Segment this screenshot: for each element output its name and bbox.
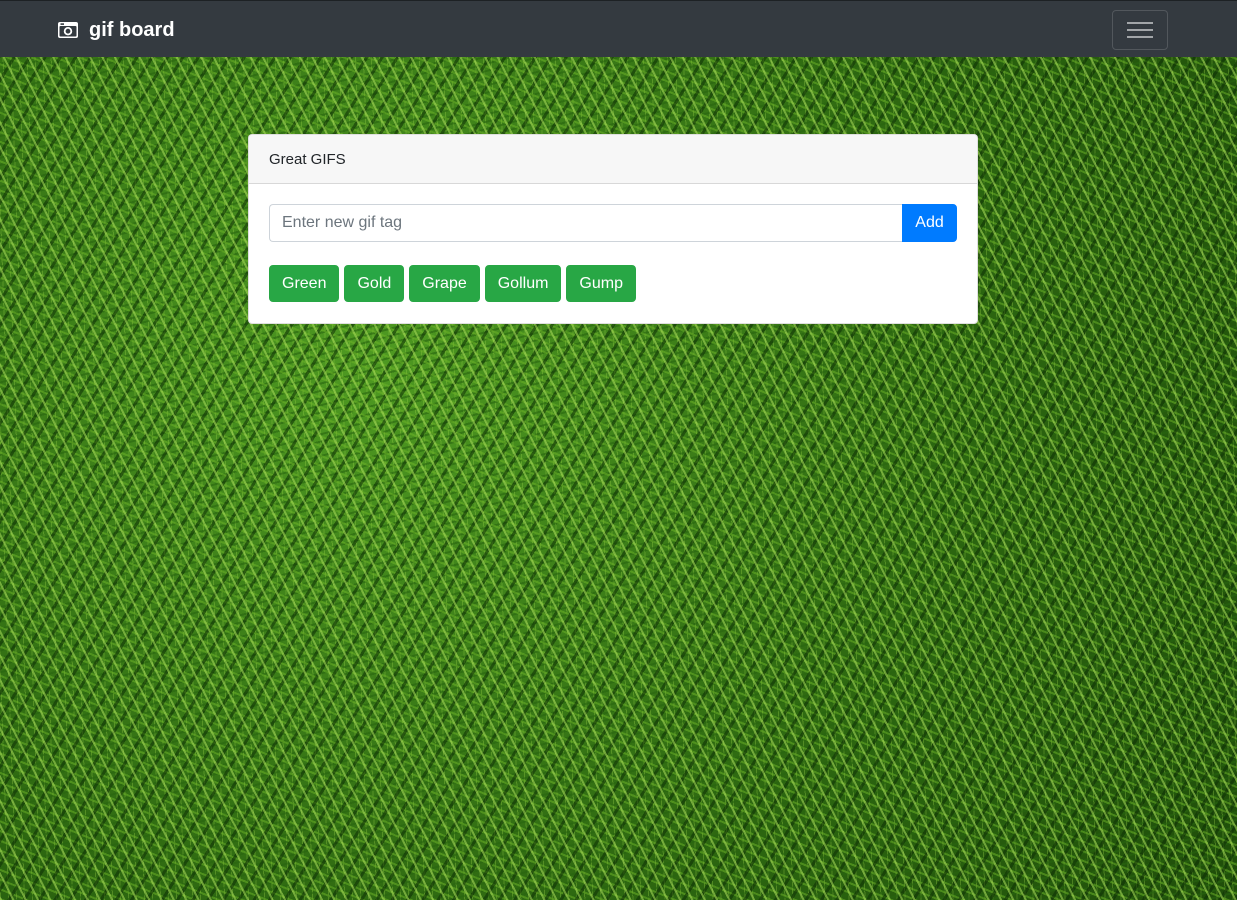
gif-card: Great GIFS Add Green Gold Grape Gollum G… [248,134,978,324]
navbar: gif board [0,0,1237,57]
tag-button-green[interactable]: Green [269,265,340,302]
camera-icon [57,20,79,40]
tag-button-gollum[interactable]: Gollum [484,265,562,302]
tag-button-gump[interactable]: Gump [566,265,636,302]
tag-button-grape[interactable]: Grape [409,265,480,302]
tag-button-gold[interactable]: Gold [344,265,405,302]
add-button[interactable]: Add [902,204,957,242]
tag-list: Green Gold Grape Gollum Gump [269,265,641,302]
navbar-toggler-button[interactable] [1112,10,1168,50]
gif-tag-input[interactable] [269,204,902,242]
card-header: Great GIFS [249,135,977,184]
hamburger-menu-icon [1127,20,1153,40]
brand-title: gif board [89,19,175,41]
brand-link[interactable]: gif board [57,18,175,42]
tag-input-group: Add [269,204,957,242]
